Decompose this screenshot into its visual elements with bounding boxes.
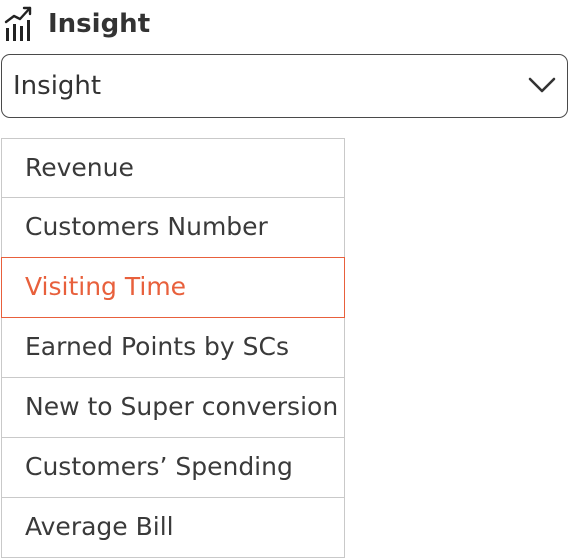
section-title: Insight bbox=[48, 9, 151, 39]
insight-select-value: Insight bbox=[13, 71, 102, 101]
dropdown-option[interactable]: Visiting Time bbox=[1, 257, 345, 318]
chevron-down-icon[interactable] bbox=[527, 73, 557, 97]
dropdown-option[interactable]: Revenue bbox=[1, 138, 345, 198]
bar-chart-trend-icon bbox=[4, 6, 32, 41]
dropdown-option[interactable]: Customers Number bbox=[1, 198, 345, 258]
dropdown-option[interactable]: Average Bill bbox=[1, 498, 345, 558]
insight-options-list: Revenue Customers Number Visiting Time Earn… bbox=[1, 138, 345, 558]
dropdown-option[interactable]: Earned Points by SCs bbox=[1, 318, 345, 378]
insight-select[interactable]: Insight bbox=[1, 54, 568, 118]
dropdown-option[interactable]: Customers’ Spending bbox=[1, 438, 345, 498]
section-header: Insight bbox=[4, 6, 150, 42]
dropdown-option[interactable]: New to Super conversion bbox=[1, 378, 345, 438]
